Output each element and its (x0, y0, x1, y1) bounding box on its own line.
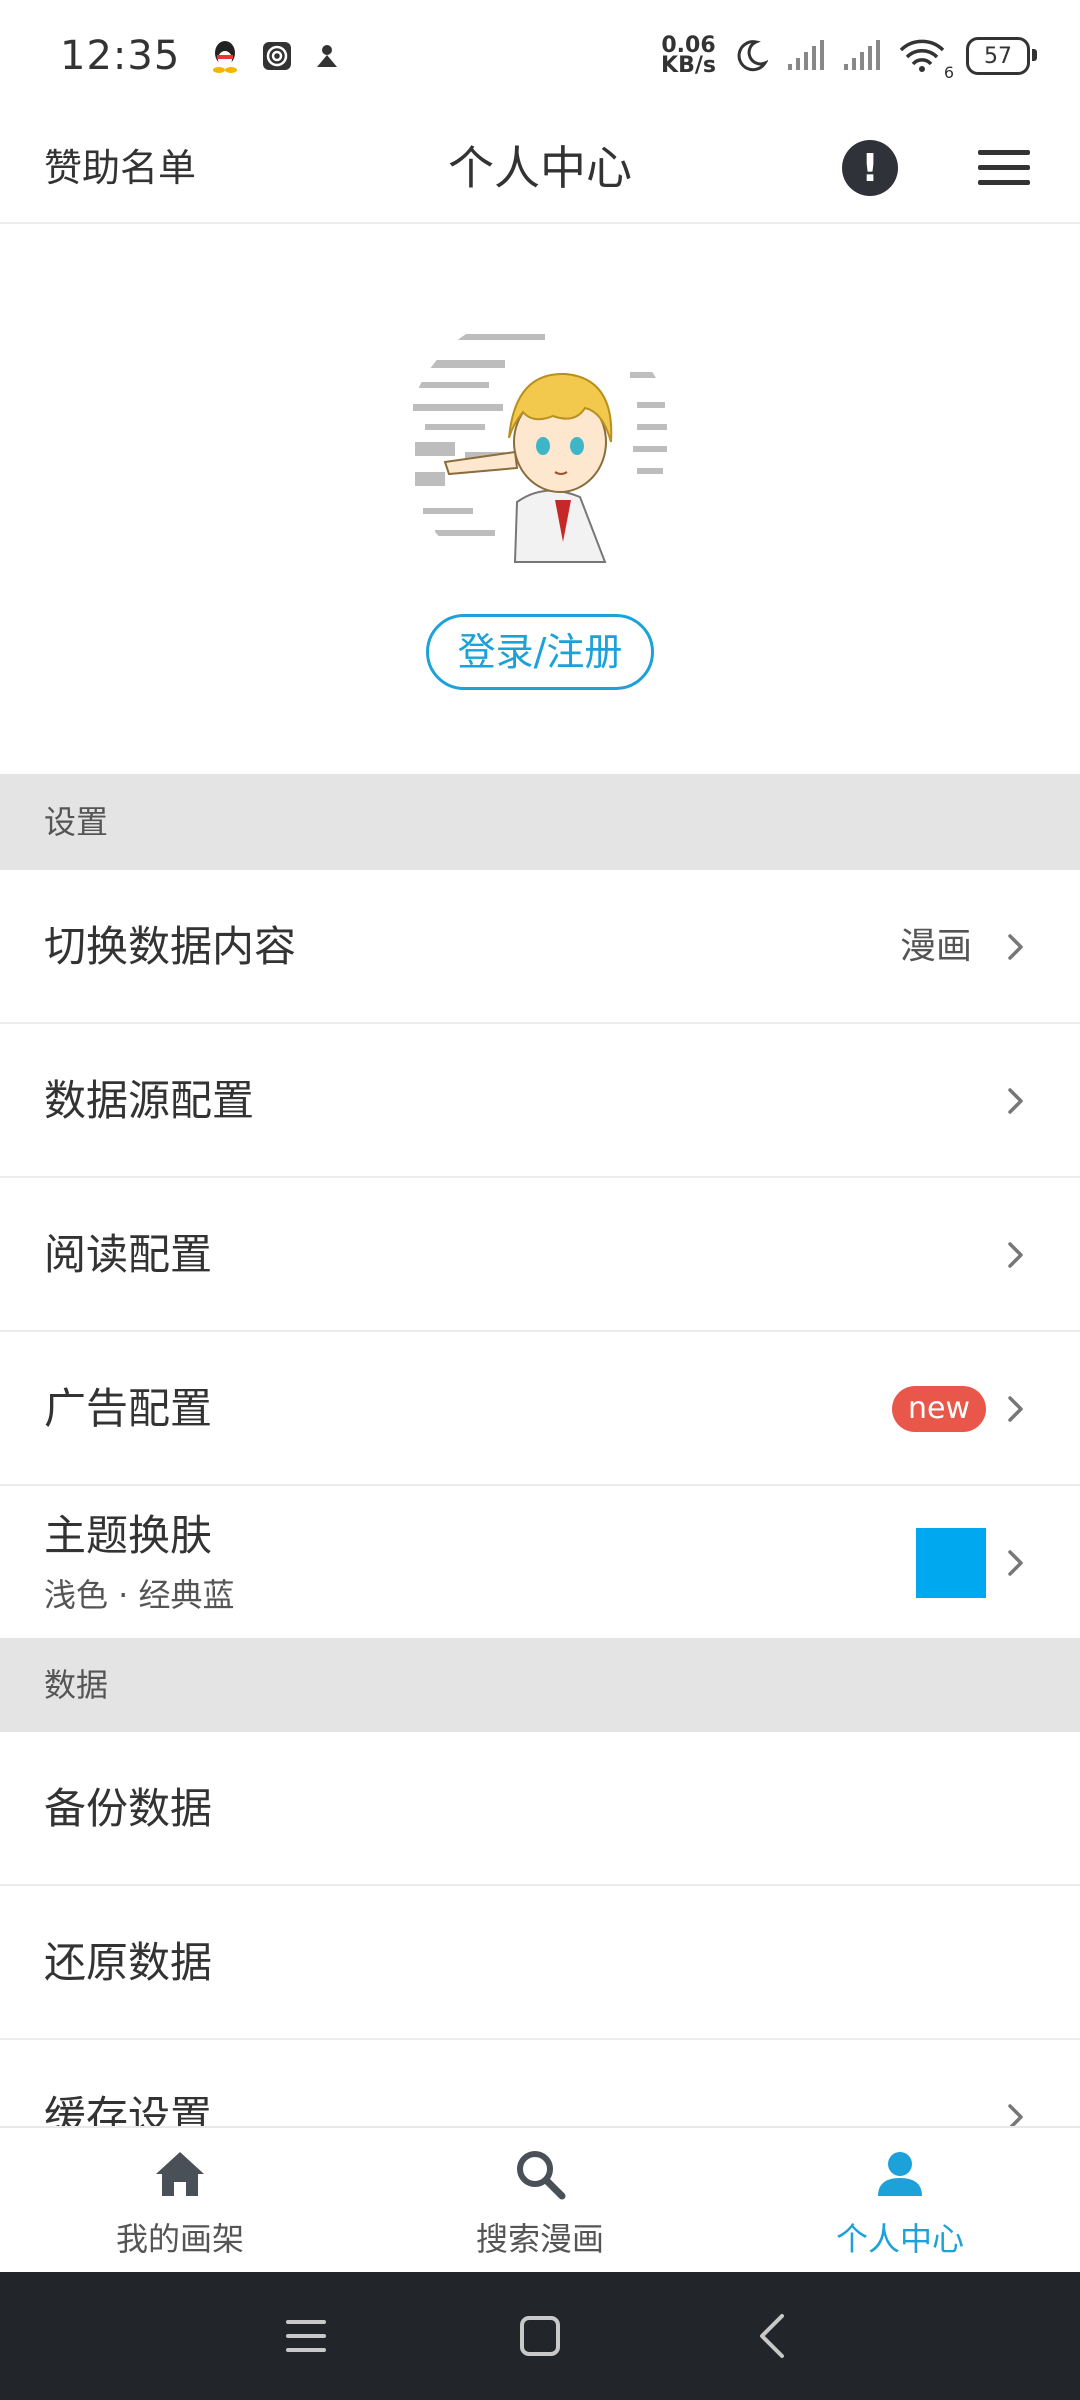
list-item-data-source[interactable]: 数据源配置 (0, 1024, 1080, 1178)
avatar-illustration (405, 312, 675, 582)
status-time: 12:35 (60, 33, 181, 79)
list-item-ad-config[interactable]: 广告配置 new (0, 1332, 1080, 1486)
profile-section: 登录/注册 (0, 224, 1080, 774)
list-item-switch-content[interactable]: 切换数据内容 漫画 (0, 870, 1080, 1024)
chevron-right-icon (1008, 1550, 1023, 1576)
item-label: 广告配置 (44, 1384, 213, 1433)
chevron-right-icon (1008, 1242, 1023, 1268)
wifi-indicator: 6 (898, 38, 954, 82)
recents-menu-icon[interactable] (280, 2310, 332, 2362)
system-nav-bar (0, 2272, 1080, 2400)
menu-icon[interactable] (978, 148, 1030, 188)
section-header-settings: 设置 (0, 774, 1080, 870)
spiral-app-icon (263, 42, 292, 70)
avatar[interactable] (405, 312, 675, 582)
bottom-nav: 我的画架 搜索漫画 个人中心 (0, 2126, 1080, 2272)
app-header: 赞助名单 个人中心 ! (0, 112, 1080, 224)
list-item-theme[interactable]: 主题换肤 浅色 · 经典蓝 (0, 1486, 1080, 1640)
item-subtitle: 浅色 · 经典蓝 (44, 1576, 235, 1614)
net-speed-unit: KB/s (661, 53, 716, 78)
wifi-icon (899, 39, 945, 72)
sponsor-list-link[interactable]: 赞助名单 (44, 112, 196, 224)
net-speed: 0.06 KB/s (661, 35, 716, 78)
home-icon (156, 2152, 204, 2196)
item-label: 还原数据 (44, 1938, 213, 1987)
battery-icon: 57 (966, 37, 1037, 75)
back-icon[interactable] (748, 2310, 800, 2362)
item-label: 阅读配置 (44, 1230, 213, 1279)
search-icon (517, 2151, 566, 2200)
list-item-reading-config[interactable]: 阅读配置 (0, 1178, 1080, 1332)
list-item-restore[interactable]: 还原数据 (0, 1886, 1080, 2040)
status-left: 12:35 (60, 33, 340, 79)
signal-icon (844, 40, 880, 70)
chevron-right-icon (1008, 1088, 1023, 1114)
battery-level: 57 (984, 43, 1012, 69)
qq-icon (213, 41, 238, 73)
tab-bookshelf[interactable]: 我的画架 (0, 2128, 360, 2272)
signal-icon (788, 40, 824, 70)
status-right: 0.06 KB/s 6 57 (661, 35, 1037, 82)
chevron-right-icon (1008, 934, 1023, 960)
status-bar: 12:35 0.06 KB/s 6 57 (0, 0, 1080, 112)
info-button[interactable]: ! (842, 140, 898, 196)
new-badge: new (891, 1386, 986, 1432)
tab-search[interactable]: 搜索漫画 (360, 2128, 720, 2272)
tab-label: 搜索漫画 (475, 2220, 604, 2258)
login-register-button[interactable]: 登录/注册 (426, 614, 654, 690)
tab-label: 我的画架 (115, 2220, 244, 2258)
item-label: 数据源配置 (44, 1076, 255, 1125)
chevron-right-icon (1008, 1396, 1023, 1422)
tab-label: 个人中心 (835, 2220, 964, 2258)
moon-icon (737, 40, 768, 72)
home-square-icon[interactable] (514, 2310, 566, 2362)
theme-color-swatch (916, 1528, 986, 1598)
item-label: 备份数据 (44, 1784, 213, 1833)
person-icon (878, 2152, 922, 2196)
tab-profile[interactable]: 个人中心 (720, 2128, 1080, 2272)
item-label: 主题换肤 (44, 1511, 213, 1560)
person-app-icon (317, 45, 338, 67)
item-value: 漫画 (899, 926, 972, 967)
list-item-backup[interactable]: 备份数据 (0, 1732, 1080, 1886)
wifi-badge: 6 (943, 63, 954, 82)
item-label: 切换数据内容 (44, 922, 297, 971)
section-header-data: 数据 (0, 1638, 1080, 1732)
